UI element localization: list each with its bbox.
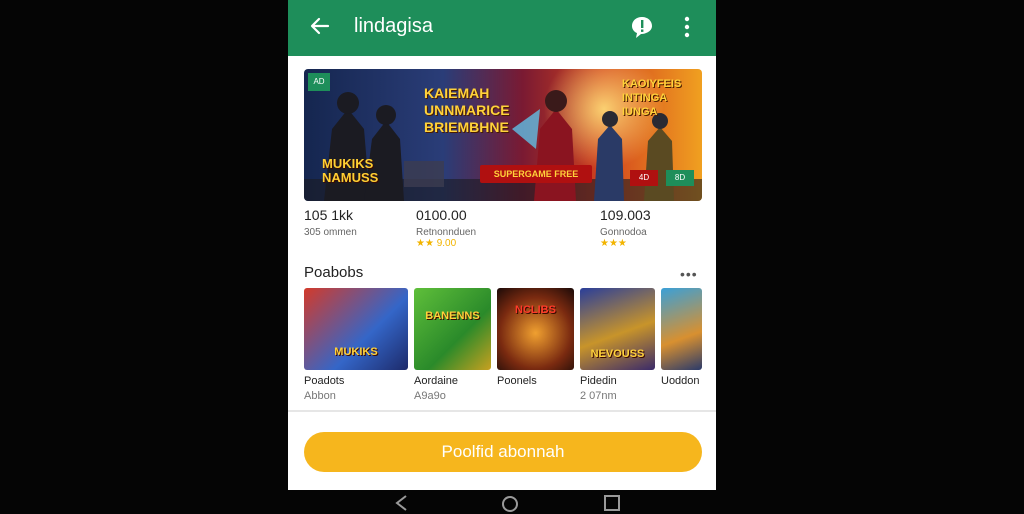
- game-name: Poadots: [304, 375, 345, 387]
- nav-recents-icon[interactable]: [603, 494, 621, 512]
- more-vertical-icon[interactable]: [682, 15, 692, 39]
- stat-sub: Gonnodoa: [600, 227, 647, 238]
- stat-value: 105 1kk: [304, 207, 354, 223]
- hero-cta-strip: SUPERGAME FREE: [480, 165, 592, 183]
- game-art-label: MUKIKS: [334, 346, 378, 358]
- game-sub: Abbon: [304, 390, 336, 402]
- game-art-label: BANENNS: [425, 310, 480, 322]
- hero-chip-green: 8D: [666, 170, 694, 186]
- hero-title-left: MUKIKS NAMUSS: [322, 156, 379, 185]
- section-title: Poabobs: [304, 264, 364, 281]
- chat-bubble-alert-icon[interactable]: [630, 14, 654, 40]
- game-name: Pidedin: [580, 375, 617, 387]
- stat-value: 0100.00: [416, 207, 467, 223]
- stat-rating: 109.003 Gonnodoa ★★★: [600, 207, 700, 249]
- game-card[interactable]: NCLIBS Poonels: [497, 288, 574, 390]
- stat-downloads: 105 1kk 305 ommen: [304, 207, 414, 238]
- stat-sub: 305 ommen: [304, 227, 357, 238]
- game-card[interactable]: MUKIKS Poadots Abbon: [304, 288, 408, 402]
- game-art-label: NCLIBS: [515, 304, 556, 316]
- hero-title-right: KAOIYFEIS INTINGA IUNGA: [622, 78, 682, 118]
- arrow-left-icon[interactable]: [308, 14, 332, 38]
- star-rating: ★★ 9.00: [416, 238, 457, 249]
- stat-reviews: 0100.00 Retnonnduen ★★ 9.00: [416, 207, 536, 249]
- more-horizontal-icon[interactable]: •••: [680, 266, 698, 282]
- divider: [288, 410, 716, 412]
- game-art-label: NEVOUSS: [590, 348, 645, 360]
- game-sub: 2 07nm: [580, 390, 617, 402]
- hero-badge: AD: [308, 73, 330, 91]
- game-artwork: MUKIKS: [304, 288, 408, 370]
- star-rating: ★★★: [600, 238, 627, 249]
- phone-screen: lindagisa AD KAIEMAH UNNMARICE BRIEMBHNE…: [288, 0, 716, 490]
- game-name: Poonels: [497, 375, 537, 387]
- app-bar: lindagisa: [288, 0, 716, 56]
- game-sub: A9a9o: [414, 390, 446, 402]
- hero-title-center: KAIEMAH UNNMARICE BRIEMBHNE: [424, 85, 510, 135]
- system-nav-bar: [0, 490, 1024, 512]
- stat-sub: Retnonnduen: [416, 227, 477, 238]
- game-card[interactable]: NEVOUSS Pidedin 2 07nm: [580, 288, 655, 402]
- game-artwork: NCLIBS: [497, 288, 574, 370]
- app-title: lindagisa: [354, 15, 433, 37]
- game-name: Aordaine: [414, 375, 459, 387]
- primary-action-button[interactable]: Poolfid abonnah: [304, 432, 702, 472]
- stat-value: 109.003: [600, 207, 651, 223]
- hero-banner[interactable]: AD KAIEMAH UNNMARICE BRIEMBHNE KAOIYFEIS…: [304, 69, 702, 201]
- game-card[interactable]: BANENNS Aordaine A9a9o: [414, 288, 491, 402]
- game-artwork: BANENNS: [414, 288, 491, 370]
- game-name: Uoddon: [661, 375, 700, 387]
- nav-home-icon[interactable]: [500, 494, 520, 514]
- game-card[interactable]: Uoddon: [661, 288, 702, 387]
- game-artwork: [661, 288, 702, 370]
- hero-chip-red: 4D: [630, 170, 658, 186]
- game-artwork: NEVOUSS: [580, 288, 655, 370]
- nav-back-icon[interactable]: [394, 494, 410, 512]
